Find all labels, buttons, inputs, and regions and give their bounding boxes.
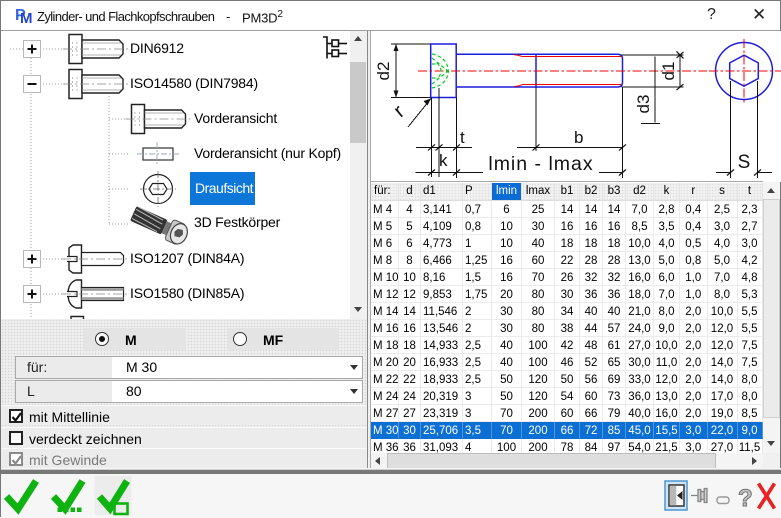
- svg-text:d2: d2: [374, 62, 393, 81]
- svg-text:d3: d3: [634, 95, 653, 114]
- svg-text:k: k: [439, 151, 448, 170]
- svg-text:d1: d1: [659, 62, 678, 81]
- svg-text:?: ?: [738, 485, 753, 512]
- svg-text:lmin - lmax: lmin - lmax: [488, 153, 593, 175]
- svg-text:t: t: [460, 128, 465, 147]
- svg-text:b: b: [574, 128, 583, 147]
- svg-text:r: r: [390, 101, 410, 122]
- svg-text:S: S: [738, 152, 751, 173]
